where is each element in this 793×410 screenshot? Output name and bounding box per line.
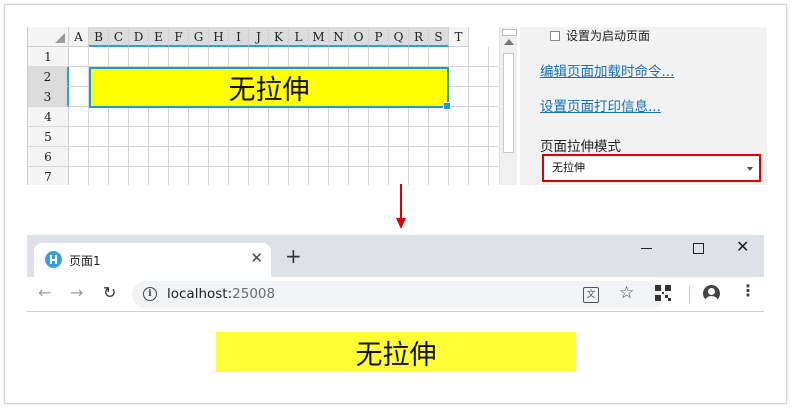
vertical-scrollbar[interactable]	[499, 27, 517, 185]
column-header-L[interactable]: L	[289, 27, 309, 47]
down-arrow-icon	[400, 184, 402, 222]
scroll-up-icon[interactable]	[504, 39, 514, 45]
fill-handle[interactable]	[443, 102, 451, 110]
edit-load-command-link[interactable]: 编辑页面加载时命令...	[540, 60, 674, 80]
startup-page-checkbox[interactable]	[550, 30, 560, 41]
column-header-I[interactable]: I	[229, 27, 249, 47]
stretch-mode-label: 页面拉伸模式	[540, 139, 621, 155]
column-header-K[interactable]: K	[269, 27, 289, 47]
url-port: 25008	[232, 286, 276, 302]
spreadsheet: ABCDEFGHIJKLMNOPQRST 1234567 无拉伸	[27, 27, 498, 185]
page-designer: ABCDEFGHIJKLMNOPQRST 1234567 无拉伸 设置为启动页面…	[27, 27, 767, 185]
column-header-N[interactable]: N	[329, 27, 349, 47]
row-header-1[interactable]: 1	[28, 47, 69, 67]
column-header-H[interactable]: H	[209, 27, 229, 47]
address-bar[interactable]: i localhost:25008 文 ☆	[132, 281, 666, 308]
stretch-mode-value: 无拉伸	[552, 161, 585, 174]
merged-cell-text: 无拉伸	[228, 75, 310, 106]
browser-toolbar: ← → ↻ i localhost:25008 文 ☆ ⋮	[27, 277, 764, 312]
column-header-Q[interactable]: Q	[389, 27, 409, 47]
url-host: localhost:	[167, 286, 233, 302]
column-header-F[interactable]: F	[169, 27, 189, 47]
account-icon[interactable]	[703, 285, 720, 302]
new-tab-button[interactable]: +	[285, 246, 302, 266]
properties-panel: 设置为启动页面 编辑页面加载时命令... 设置页面打印信息... 页面拉伸模式 …	[520, 27, 767, 185]
column-header-O[interactable]: O	[349, 27, 369, 47]
reload-icon[interactable]: ↻	[103, 283, 116, 302]
print-info-link[interactable]: 设置页面打印信息...	[540, 95, 661, 115]
browser-window: 页面1 ✕ + ✕ ← → ↻ i localhost:25008 文 ☆ ⋮ …	[27, 235, 764, 395]
column-header-A[interactable]: A	[69, 27, 89, 47]
close-icon[interactable]: ✕	[250, 249, 263, 267]
select-all-corner[interactable]	[28, 27, 69, 47]
row-header-2[interactable]: 2	[28, 67, 69, 87]
chevron-down-icon	[747, 167, 753, 171]
column-header-R[interactable]: R	[409, 27, 429, 47]
scroll-thumb[interactable]	[503, 53, 514, 153]
page-content: 无拉伸	[27, 312, 764, 395]
minimize-icon[interactable]	[641, 248, 652, 249]
window-close-icon[interactable]: ✕	[736, 237, 749, 256]
down-arrow-head-icon	[396, 218, 406, 229]
column-header-T[interactable]: T	[449, 27, 469, 47]
column-header-S[interactable]: S	[429, 27, 449, 47]
column-header-B[interactable]: B	[89, 27, 109, 47]
rendered-cell: 无拉伸	[216, 332, 576, 372]
forward-icon[interactable]: →	[70, 283, 83, 302]
bookmark-star-icon[interactable]: ☆	[619, 283, 634, 303]
back-icon[interactable]: ←	[38, 283, 51, 302]
menu-icon[interactable]: ⋮	[740, 283, 756, 299]
stretch-mode-select[interactable]: 无拉伸	[542, 154, 761, 182]
qr-code-icon[interactable]	[655, 285, 671, 301]
maximize-icon[interactable]	[693, 243, 704, 254]
url-text[interactable]: localhost:25008	[167, 286, 275, 302]
merged-cell[interactable]: 无拉伸	[89, 67, 451, 110]
tab-strip: 页面1 ✕ + ✕	[27, 235, 764, 277]
column-header-G[interactable]: G	[189, 27, 209, 47]
row-header-6[interactable]: 6	[28, 147, 69, 167]
translate-icon[interactable]: 文	[583, 287, 599, 303]
column-header-P[interactable]: P	[369, 27, 389, 47]
row-header-3[interactable]: 3	[28, 87, 69, 107]
scroll-split-button[interactable]	[502, 29, 517, 36]
corner-triangle-icon	[55, 33, 65, 43]
row-header-4[interactable]: 4	[28, 107, 69, 127]
row-header-5[interactable]: 5	[28, 127, 69, 147]
info-icon[interactable]: i	[143, 287, 157, 301]
row-header-7[interactable]: 7	[28, 167, 69, 185]
column-header-C[interactable]: C	[109, 27, 129, 47]
toolbar-divider	[689, 286, 690, 303]
favicon-icon	[45, 251, 62, 268]
startup-page-checkbox-row[interactable]: 设置为启动页面	[550, 27, 650, 44]
column-header-D[interactable]: D	[129, 27, 149, 47]
tab-title: 页面1	[69, 254, 101, 268]
startup-page-label: 设置为启动页面	[566, 29, 651, 43]
rendered-cell-text: 无拉伸	[355, 339, 437, 371]
column-header-M[interactable]: M	[309, 27, 329, 47]
tab-page1[interactable]: 页面1 ✕	[34, 243, 271, 277]
column-header-E[interactable]: E	[149, 27, 169, 47]
column-header-J[interactable]: J	[249, 27, 269, 47]
